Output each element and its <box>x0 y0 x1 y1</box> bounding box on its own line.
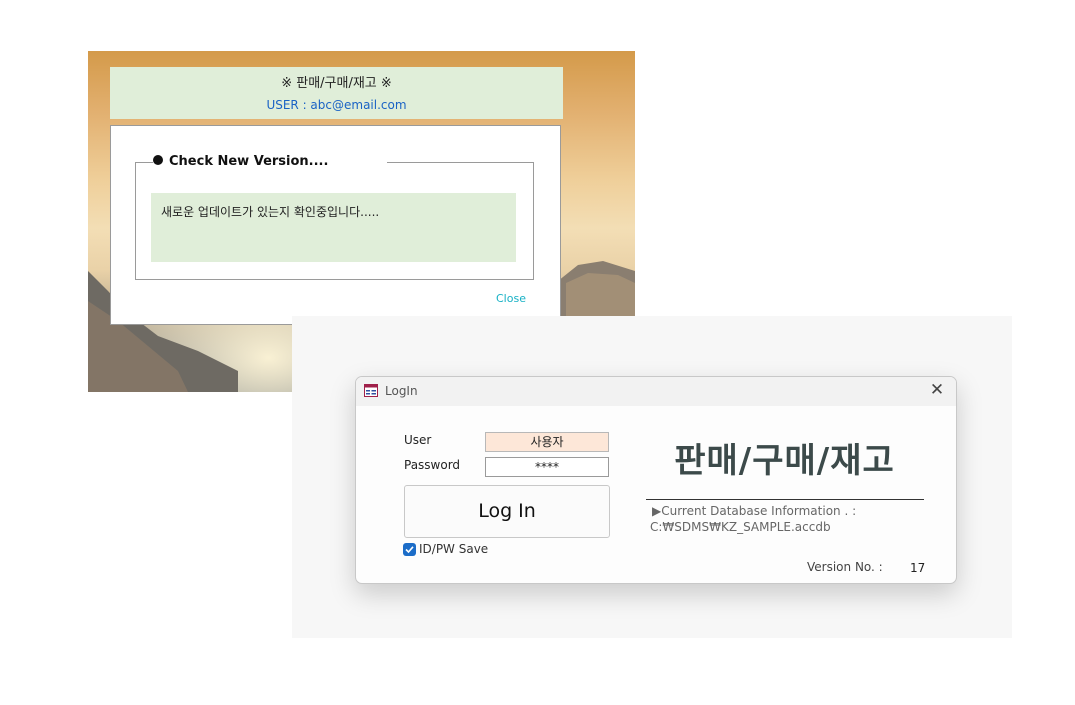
status-message: 새로운 업데이트가 있는지 확인중입니다..... <box>161 205 380 219</box>
version-label: Version No. : <box>807 560 883 574</box>
save-credentials-checkbox[interactable] <box>403 543 416 556</box>
update-close-link[interactable]: Close <box>496 292 526 305</box>
title-divider <box>646 499 924 500</box>
bullet-icon <box>153 155 163 165</box>
user-field[interactable]: 사용자 <box>485 432 609 452</box>
save-credentials-label: ID/PW Save <box>419 542 489 556</box>
db-path: C:₩SDMS₩KZ_SAMPLE.accdb <box>650 520 831 534</box>
close-icon[interactable]: ✕ <box>927 380 947 400</box>
update-header: ※ 판매/구매/재고 ※ USER : abc@email.com <box>110 67 563 119</box>
version-value: 17 <box>910 561 926 575</box>
form-icon <box>364 384 378 397</box>
group-title-text: Check New Version.... <box>169 154 329 169</box>
checkmark-icon <box>405 546 414 554</box>
login-dialog: LogIn ✕ User 사용자 Password **** Log In ID… <box>355 376 957 584</box>
login-button[interactable]: Log In <box>404 485 610 538</box>
update-title: ※ 판매/구매/재고 ※ <box>281 76 392 91</box>
window-title: LogIn <box>385 384 418 398</box>
app-title: 판매/구매/재고 <box>674 441 895 481</box>
status-message-box: 새로운 업데이트가 있는지 확인중입니다..... <box>151 193 516 262</box>
db-info-label: ▶Current Database Information . : <box>652 504 857 518</box>
user-label: User <box>404 433 432 447</box>
password-field[interactable]: **** <box>485 457 609 477</box>
group-title: Check New Version.... <box>153 154 333 169</box>
user-email-label: USER : abc@email.com <box>266 98 407 112</box>
password-label: Password <box>404 458 461 472</box>
title-bar: LogIn ✕ <box>356 377 956 406</box>
